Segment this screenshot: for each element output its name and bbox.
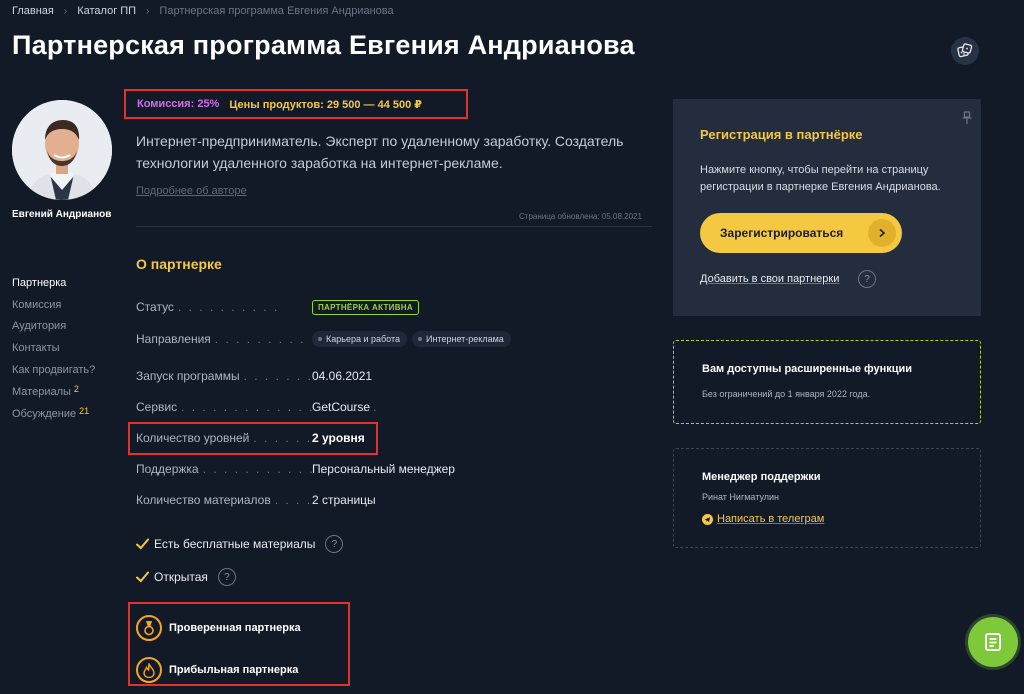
side-nav-item-commission[interactable]: Комиссия [12,294,95,316]
breadcrumb-separator-icon: › [146,5,150,17]
prices-text: Цены продуктов: 29 500 — 44 500 ₽ [229,98,422,111]
manager-title: Менеджер поддержки [702,471,821,483]
check-icon [136,571,149,583]
register-button[interactable]: Зарегистрироваться [700,213,902,253]
check-open: Открытая ? [136,568,236,586]
avatar[interactable] [12,100,112,200]
prop-service: Сервис . . . . . . . . . . . . . . . . .… [136,400,379,414]
updated-date: Страница обновлена: 05.08.2021 [519,212,642,221]
side-nav-item-discussion[interactable]: Обсуждение 21 [12,403,95,425]
prop-directions: Направления . . . . . . . . . Карьера и … [136,329,511,349]
direction-tag[interactable]: Интернет-реклама [412,331,511,347]
note-icon [985,633,1001,651]
manager-name: Ринат Нигматулин [702,492,780,502]
extended-features-text: Без ограничений до 1 января 2022 года. [702,389,871,399]
side-nav-item-audience[interactable]: Аудитория [12,316,95,338]
help-icon[interactable]: ? [325,535,344,553]
telegram-link[interactable]: Написать в телеграм [702,513,824,525]
direction-tag[interactable]: Карьера и работа [312,331,407,347]
telegram-icon [702,513,713,525]
count-badge: 21 [79,405,90,416]
side-nav-item-partnerka[interactable]: Партнерка [12,272,95,294]
prop-launch: Запуск программы . . . . . . . . 04.06.2… [136,369,373,383]
pin-icon[interactable] [962,111,972,125]
chevron-right-icon [868,219,896,247]
commission-text: Комиссия: 25% [137,98,220,110]
breadcrumb-current: Партнерская программа Евгения Андрианова [159,5,394,17]
side-nav-item-contacts[interactable]: Контакты [12,337,95,359]
registration-text: Нажмите кнопку, чтобы перейти на страниц… [700,164,941,193]
breadcrumb-home[interactable]: Главная [12,5,54,17]
count-badge: 2 [73,383,79,394]
prop-levels: Количество уровней . . . . . . 2 уровня [136,431,365,445]
prop-materials: Количество материалов . . . . 2 страницы [136,493,376,507]
registration-card: Регистрация в партнёрке Нажмите кнопку, … [673,99,981,316]
prop-support: Поддержка . . . . . . . . . . . . . . . … [136,462,455,476]
extended-features-card: Вам доступны расширенные функции Без огр… [673,340,981,424]
side-nav: Партнерка Комиссия Аудитория Контакты Ка… [12,272,95,425]
check-icon [136,538,149,550]
help-icon[interactable]: ? [217,568,236,586]
prop-status: Статус . . . . . . . . . . ПАРТНЁРКА АКТ… [136,297,419,317]
summary-highlight: Комиссия: 25% Цены продуктов: 29 500 — 4… [124,89,468,119]
extended-features-title: Вам доступны расширенные функции [702,363,913,375]
divider [136,226,652,227]
support-manager-card: Менеджер поддержки Ринат Нигматулин Напи… [673,448,981,548]
random-button[interactable] [951,37,979,65]
author-photo-icon [12,100,112,200]
side-nav-item-materials[interactable]: Материалы 2 [12,381,95,403]
registration-title: Регистрация в партнёрке [700,127,863,142]
help-icon[interactable]: ? [858,270,876,288]
about-author-link[interactable]: Подробнее об авторе [136,185,247,197]
side-nav-item-promote[interactable]: Как продвигать? [12,359,95,381]
flame-icon [136,657,162,683]
verified-medal-icon [136,615,162,641]
check-free-materials: Есть бесплатные материалы ? [136,535,344,553]
breadcrumb-separator-icon: › [63,5,68,17]
feedback-button[interactable] [968,617,1018,667]
feature-verified: Проверенная партнерка [136,615,301,641]
dice-icon [957,43,973,58]
page-title: Партнерская программа Евгения Андрианова [12,30,635,60]
author-name: Евгений Андрианов [12,209,112,220]
author-description: Интернет-предприниматель. Эксперт по уда… [136,133,624,171]
feature-profitable: Прибыльная партнерка [136,657,298,683]
status-badge: ПАРТНЁРКА АКТИВНА [312,299,419,315]
breadcrumb-catalog[interactable]: Каталог ПП [77,5,136,17]
breadcrumb: Главная › Каталог ПП › Партнерская прогр… [12,5,394,17]
add-to-my-partners-link[interactable]: Добавить в свои партнерки [700,273,839,285]
section-title: О партнерке [136,256,222,272]
